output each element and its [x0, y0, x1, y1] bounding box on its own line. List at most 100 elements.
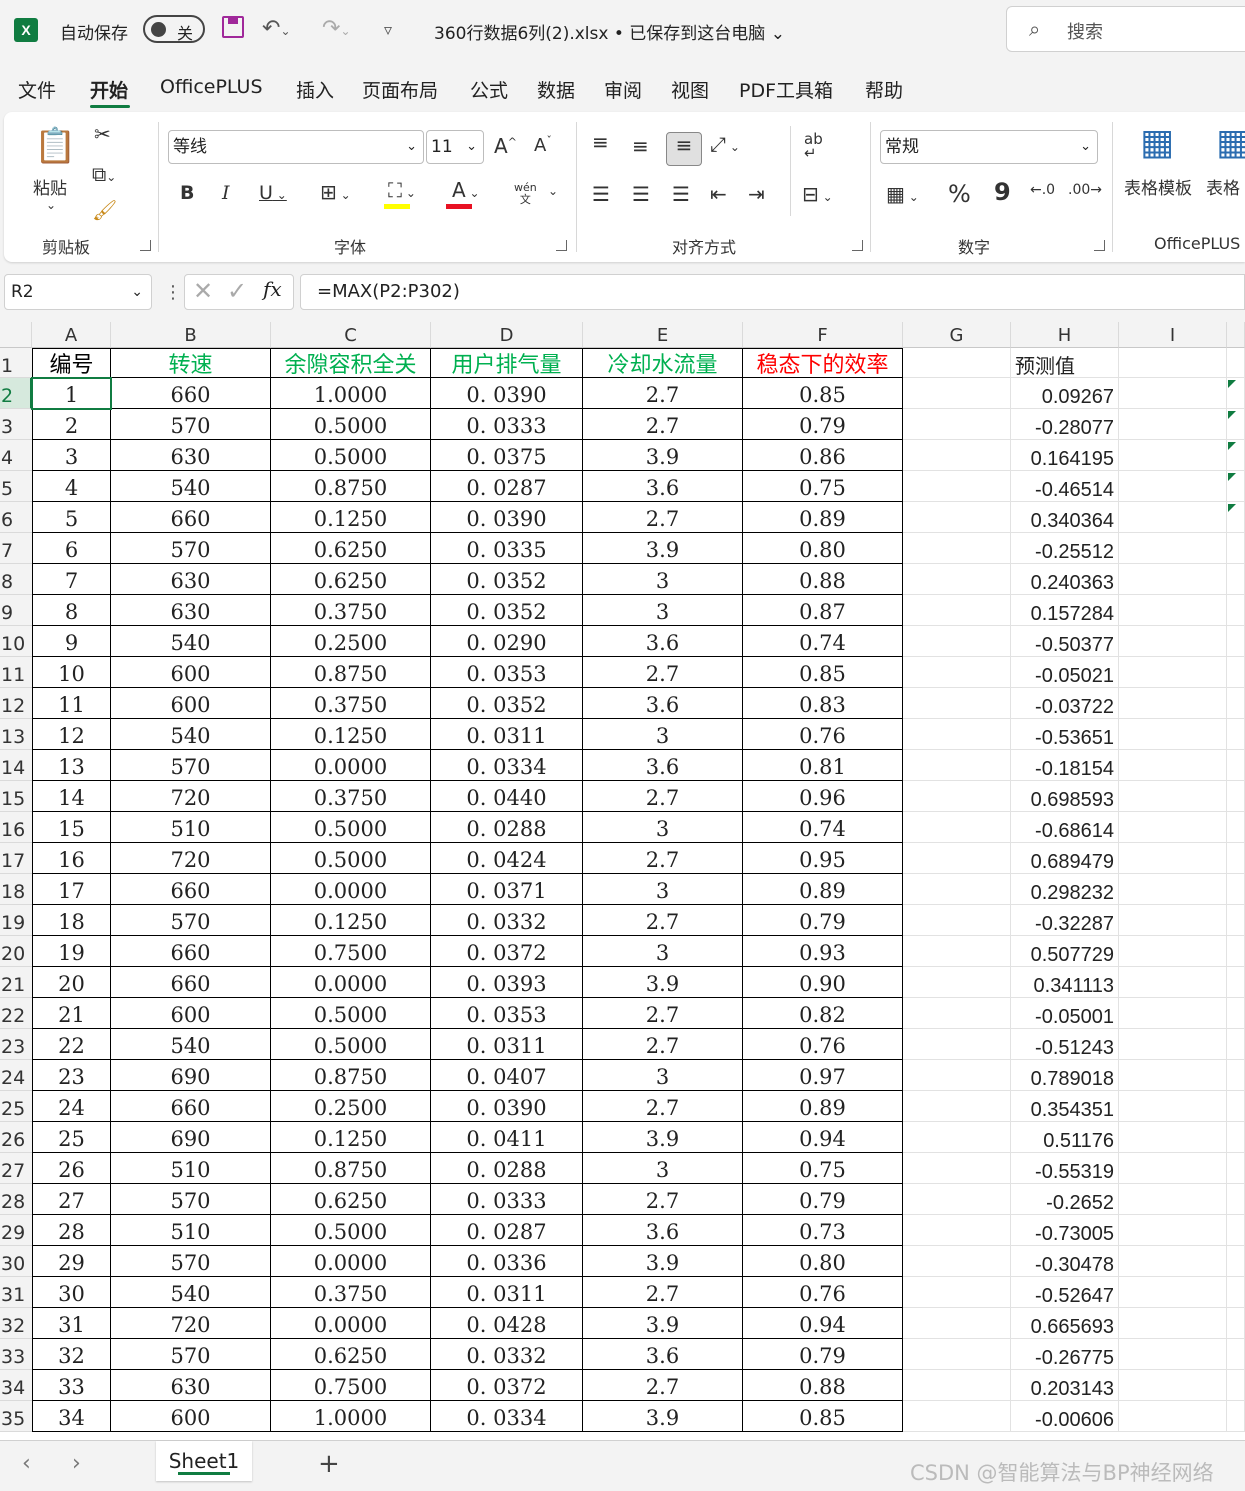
cell-e[interactable]: 2.7	[583, 1029, 743, 1060]
cell-h[interactable]: 0.340364	[1011, 502, 1119, 533]
enter-icon[interactable]: ✓	[227, 277, 247, 305]
cell-h[interactable]: 0.298232	[1011, 874, 1119, 905]
cell-i[interactable]	[1119, 1153, 1227, 1184]
cell-e[interactable]: 2.7	[583, 905, 743, 936]
cell-g[interactable]	[903, 812, 1011, 843]
cell-f[interactable]: 0.97	[743, 1060, 903, 1091]
cell-d[interactable]: 0. 0287	[431, 1215, 583, 1246]
cell-i[interactable]	[1119, 905, 1227, 936]
cell-f[interactable]: 0.87	[743, 595, 903, 626]
cell-b[interactable]: 570	[111, 533, 271, 564]
cell-f[interactable]: 0.85	[743, 657, 903, 688]
cell-f[interactable]: 0.82	[743, 998, 903, 1029]
cell-c[interactable]: 0.0000	[271, 967, 431, 998]
column-header-e[interactable]: E	[583, 322, 743, 348]
cell-f[interactable]: 0.89	[743, 502, 903, 533]
cell-b[interactable]: 600	[111, 998, 271, 1029]
number-format-combo[interactable]: 常规 ⌄	[880, 130, 1098, 164]
cell-g[interactable]	[903, 1215, 1011, 1246]
cell-j[interactable]	[1227, 998, 1245, 1029]
cell-e[interactable]: 3.9	[583, 1401, 743, 1432]
cell-i[interactable]	[1119, 564, 1227, 595]
search-box[interactable]: ⌕ 搜索	[1006, 6, 1245, 52]
column-header-i[interactable]: I	[1119, 322, 1227, 348]
cell-a[interactable]: 10	[32, 657, 111, 688]
format-painter-icon[interactable]: 🖌	[92, 198, 117, 222]
align-left-icon[interactable]: ☰	[592, 182, 610, 206]
cell-a[interactable]: 32	[32, 1339, 111, 1370]
cell-d[interactable]: 0. 0390	[431, 502, 583, 533]
cell-j[interactable]	[1227, 595, 1245, 626]
cell-b[interactable]: 630	[111, 1370, 271, 1401]
cell-j[interactable]	[1227, 874, 1245, 905]
insert-function-button[interactable]: fx	[263, 277, 282, 301]
cell-g[interactable]	[903, 657, 1011, 688]
cancel-icon[interactable]: ✕	[193, 277, 213, 305]
row-header[interactable]: 24	[0, 1060, 32, 1091]
cell-i[interactable]	[1119, 595, 1227, 626]
cell-a[interactable]: 3	[32, 440, 111, 471]
cell-g[interactable]	[903, 564, 1011, 595]
cell-j[interactable]	[1227, 719, 1245, 750]
cell-d[interactable]: 0. 0288	[431, 812, 583, 843]
cell-i[interactable]	[1119, 1029, 1227, 1060]
cell-i[interactable]	[1119, 874, 1227, 905]
cell-h[interactable]: -0.03722	[1011, 688, 1119, 719]
cell-e[interactable]: 3.9	[583, 967, 743, 998]
cell-i[interactable]	[1119, 936, 1227, 967]
cell-b[interactable]: 600	[111, 688, 271, 719]
cell-h[interactable]: -0.00606	[1011, 1401, 1119, 1432]
cell-g[interactable]	[903, 378, 1011, 409]
cell-j[interactable]	[1227, 905, 1245, 936]
cell-e[interactable]: 3	[583, 1060, 743, 1091]
cell-c[interactable]: 1.0000	[271, 378, 431, 409]
row-header[interactable]: 14	[0, 750, 32, 781]
cell-g[interactable]	[903, 1060, 1011, 1091]
cell-j[interactable]	[1227, 781, 1245, 812]
cell-a[interactable]: 30	[32, 1277, 111, 1308]
cell-a[interactable]: 34	[32, 1401, 111, 1432]
cell-b[interactable]: 690	[111, 1122, 271, 1153]
cell-c[interactable]: 0.2500	[271, 1091, 431, 1122]
cell-i[interactable]	[1119, 1060, 1227, 1091]
header-cell[interactable]: 稳态下的效率	[743, 348, 903, 378]
cell-b[interactable]: 540	[111, 719, 271, 750]
cell-d[interactable]: 0. 0332	[431, 905, 583, 936]
cell-c[interactable]: 0.6250	[271, 564, 431, 595]
select-all-corner[interactable]	[0, 322, 32, 348]
cell-c[interactable]: 0.0000	[271, 1308, 431, 1339]
cell-i[interactable]	[1119, 1277, 1227, 1308]
cell-b[interactable]: 540	[111, 1277, 271, 1308]
paste-dropdown-icon[interactable]: ⌄	[46, 198, 56, 212]
cell-g[interactable]	[903, 595, 1011, 626]
cell-f[interactable]: 0.80	[743, 1246, 903, 1277]
cell-d[interactable]: 0. 0311	[431, 1029, 583, 1060]
cell-j[interactable]	[1227, 1122, 1245, 1153]
cell-e[interactable]: 3	[583, 1153, 743, 1184]
row-header[interactable]: 31	[0, 1277, 32, 1308]
cell-g[interactable]	[903, 471, 1011, 502]
header-cell[interactable]: 用户排气量	[431, 348, 583, 378]
cell-d[interactable]: 0. 0334	[431, 750, 583, 781]
column-header-g[interactable]: G	[903, 322, 1011, 348]
cell-g[interactable]	[903, 348, 1011, 378]
cell-i[interactable]	[1119, 1308, 1227, 1339]
cell-f[interactable]: 0.86	[743, 440, 903, 471]
cell-i[interactable]	[1119, 1184, 1227, 1215]
cell-g[interactable]	[903, 1184, 1011, 1215]
cell-b[interactable]: 630	[111, 440, 271, 471]
cell-e[interactable]: 3.9	[583, 1246, 743, 1277]
row-header[interactable]: 16	[0, 812, 32, 843]
font-launcher-icon[interactable]	[556, 240, 567, 251]
cell-g[interactable]	[903, 533, 1011, 564]
cell-a[interactable]: 9	[32, 626, 111, 657]
cell-a[interactable]: 26	[32, 1153, 111, 1184]
cell-e[interactable]: 3	[583, 874, 743, 905]
cell-b[interactable]: 570	[111, 750, 271, 781]
cell-j[interactable]	[1227, 564, 1245, 595]
cell-h[interactable]: 0.354351	[1011, 1091, 1119, 1122]
cell-d[interactable]: 0. 0288	[431, 1153, 583, 1184]
cell-j[interactable]	[1227, 1339, 1245, 1370]
add-sheet-button[interactable]: +	[318, 1449, 340, 1479]
cell-g[interactable]	[903, 688, 1011, 719]
